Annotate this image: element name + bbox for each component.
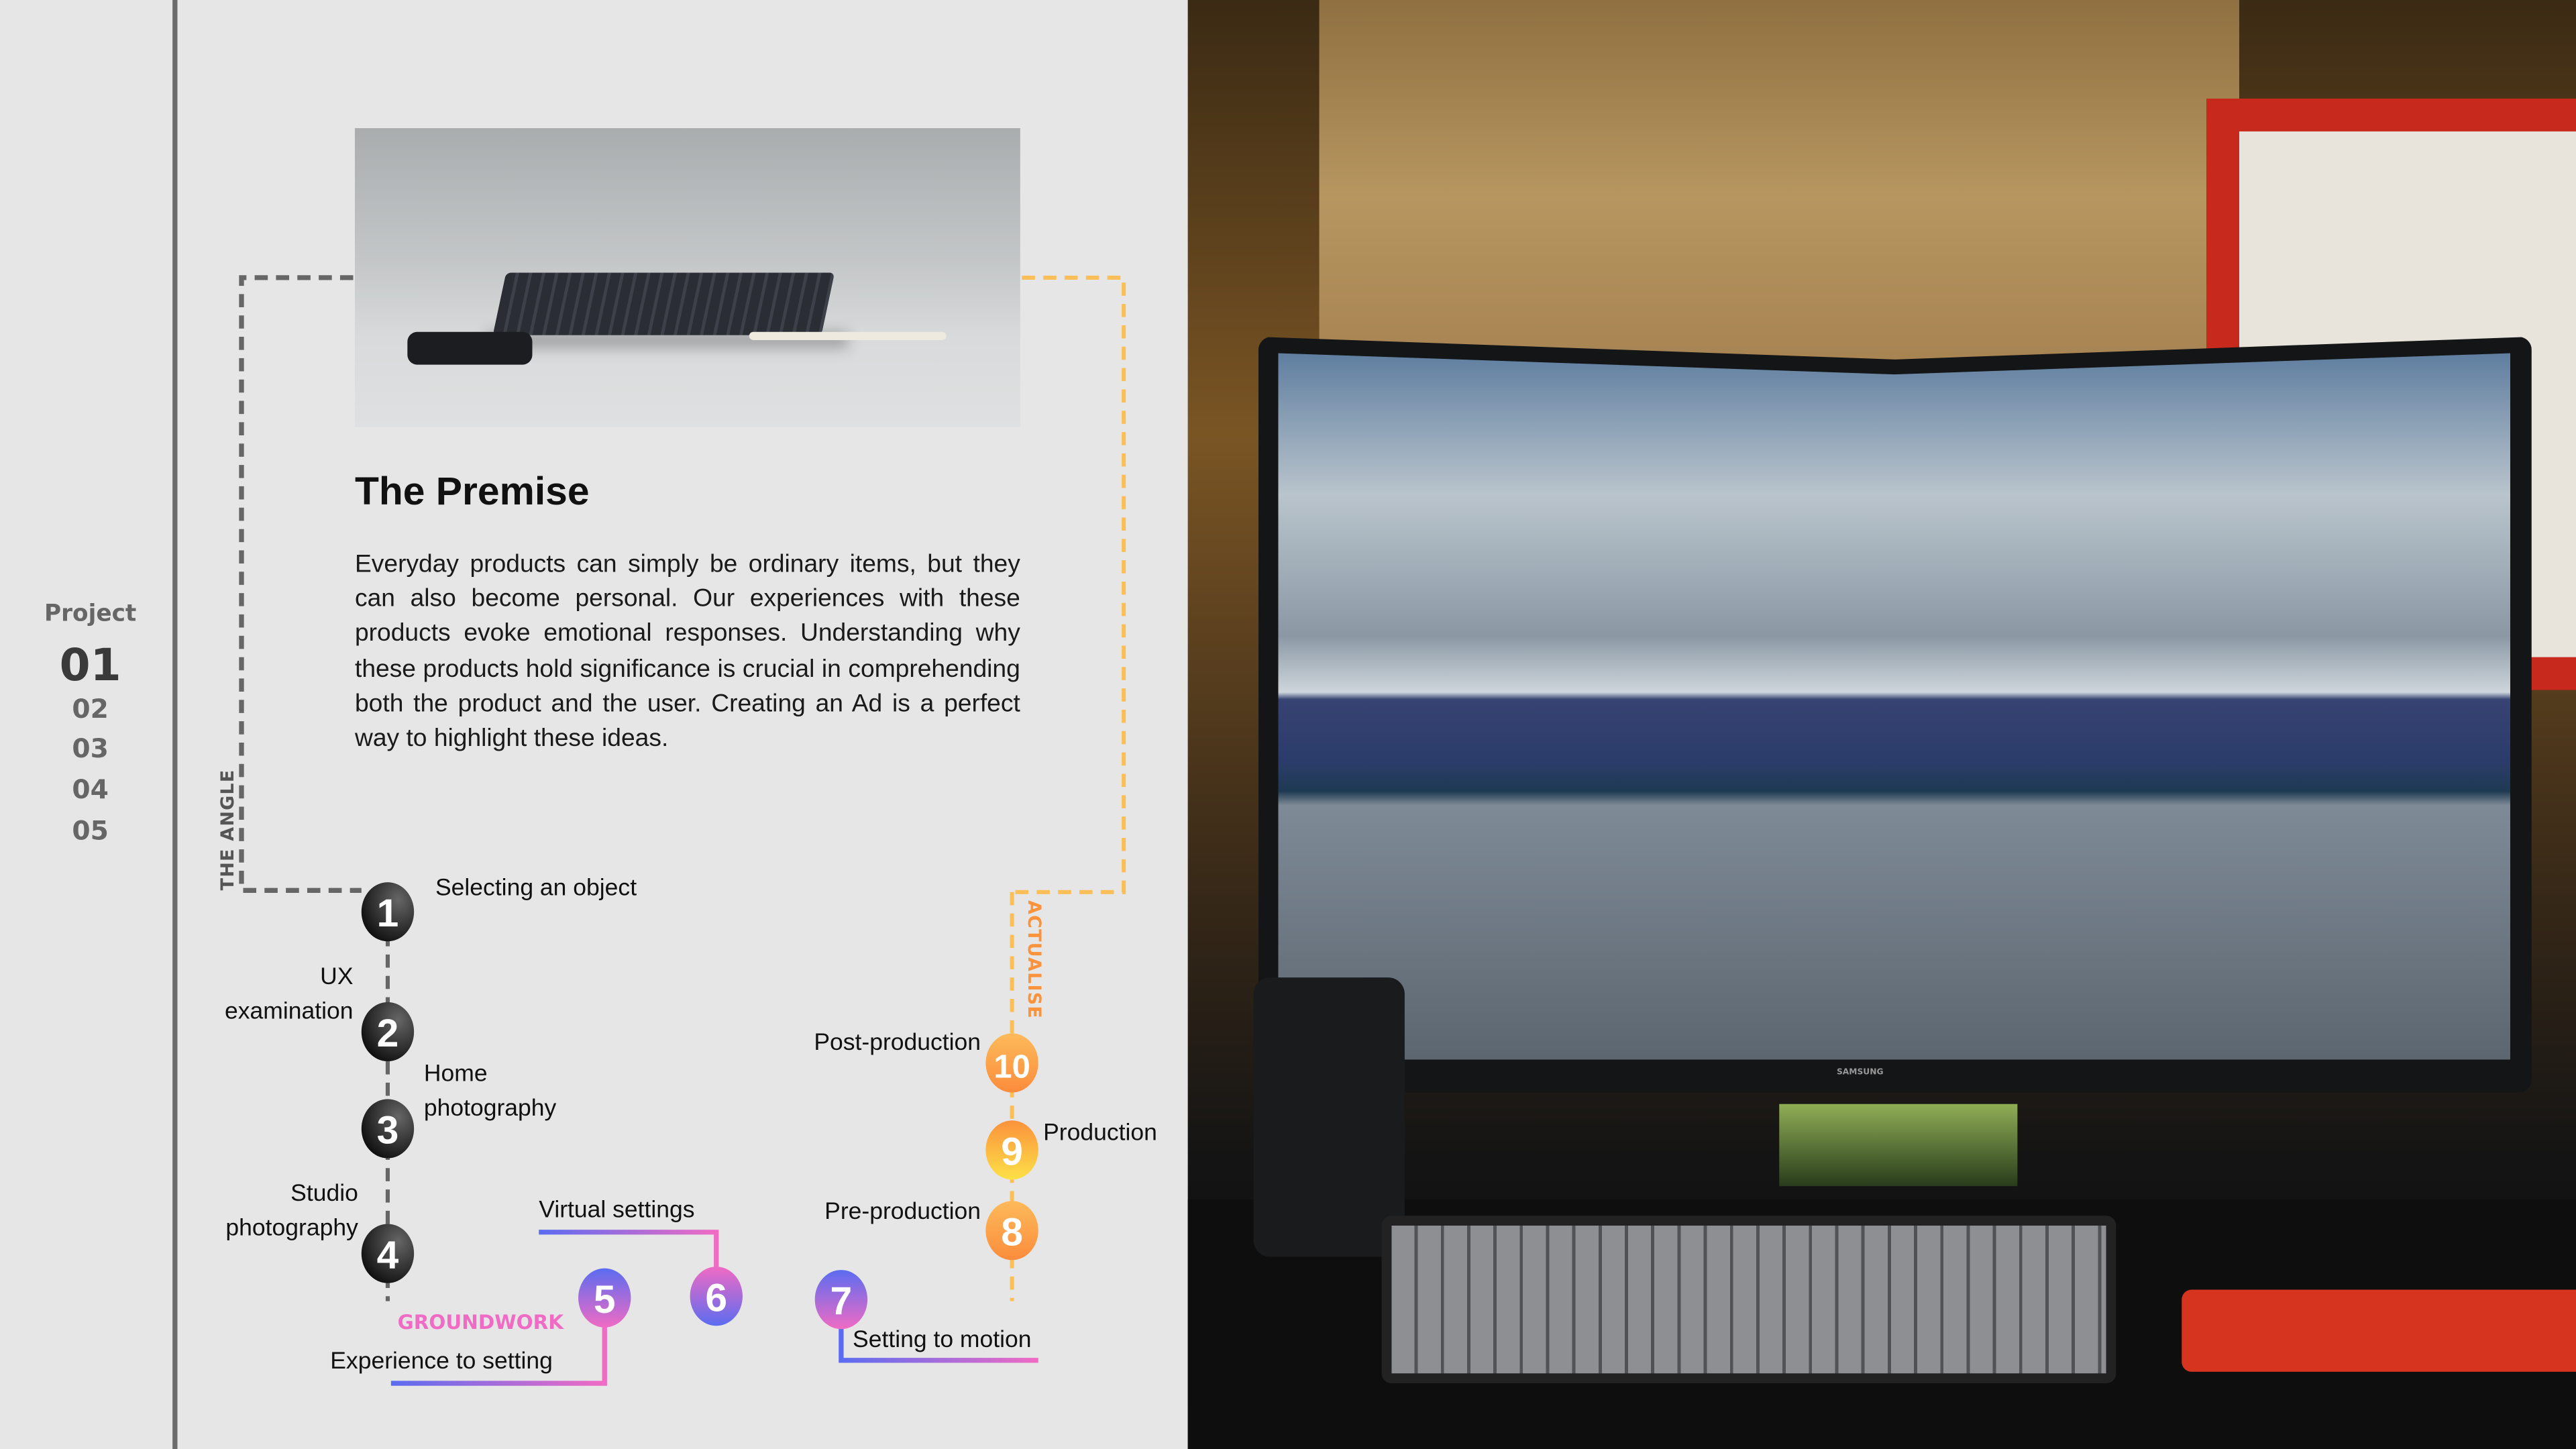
- step-6-label: Virtual settings: [539, 1197, 695, 1224]
- step-number: 5: [594, 1278, 616, 1322]
- step-number: 6: [705, 1276, 727, 1320]
- step-number: 8: [1001, 1210, 1023, 1254]
- step-10-label: Post-production: [814, 1030, 981, 1057]
- mouse-mat: [2182, 1289, 2576, 1372]
- angle-frame-line: [239, 275, 362, 894]
- monitor-screen-landscape: [1278, 353, 2511, 1060]
- phase-label-groundwork: GROUNDWORK: [397, 1311, 564, 1334]
- step-8-label: Pre-production: [824, 1199, 981, 1226]
- step-number: 7: [830, 1279, 853, 1323]
- step-number: 1: [377, 892, 399, 935]
- step-2-label-line2: examination: [225, 998, 354, 1026]
- phase-label-angle: THE ANGLE: [217, 769, 239, 891]
- step-5-label: Experience to setting: [330, 1348, 553, 1375]
- step-2-label-line1: UX: [320, 964, 354, 991]
- step-3-label-line2: photography: [423, 1095, 557, 1122]
- keyboard-image: [1381, 1216, 2116, 1384]
- step-4-label-line1: Studio: [290, 1181, 358, 1208]
- step-3-label-line1: Home: [423, 1061, 488, 1088]
- step-number: 3: [377, 1109, 399, 1152]
- step-9-label: Production: [1043, 1120, 1157, 1147]
- step-number: 10: [994, 1049, 1030, 1085]
- step-1-label: Selecting an object: [435, 875, 637, 902]
- actualise-frame-line: [1012, 275, 1126, 894]
- step-4-label-line2: photography: [225, 1216, 358, 1242]
- step-number: 9: [1001, 1130, 1023, 1173]
- step-number: 2: [377, 1012, 399, 1055]
- slide: Project 01 02 03 04 05 The Premise Every…: [0, 0, 2576, 1449]
- wall-background: [1319, 0, 2239, 394]
- monitor-stand-display: [1779, 1104, 2018, 1187]
- monitor-brand: SAMSUNG: [1836, 1067, 1884, 1078]
- phone-image: [1253, 977, 1405, 1257]
- phase-label-actualise: ACTUALISE: [1023, 900, 1045, 1019]
- step-number: 4: [377, 1234, 399, 1277]
- timeline-diagram: 1 2 3 4 5 6 7 8 9 10: [239, 275, 1142, 1386]
- setup-photo: SAMSUNG: [1187, 0, 2576, 1449]
- step-7-label: Setting to motion: [853, 1327, 1032, 1354]
